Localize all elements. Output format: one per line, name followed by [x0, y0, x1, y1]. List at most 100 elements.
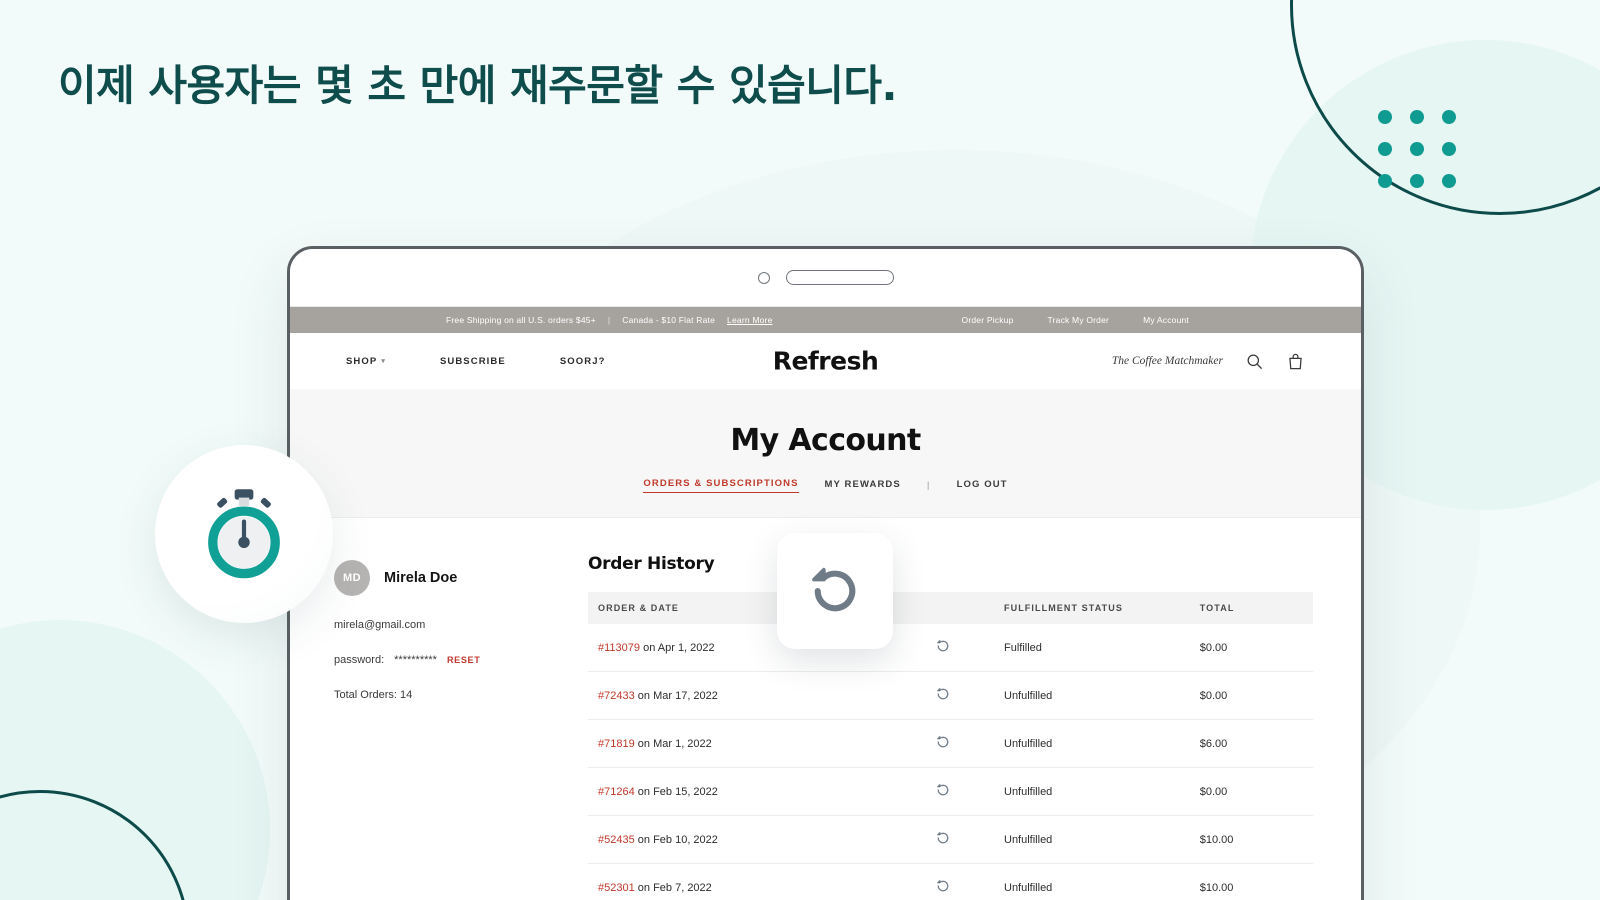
order-history-title: Order History [588, 554, 715, 574]
profile-password-row: password: ********** RESET [334, 654, 570, 666]
cell-fulfillment-status: Unfulfilled [994, 767, 1190, 816]
page-title: My Account [730, 423, 921, 458]
table-row[interactable]: #71819 on Mar 1, 2022 Unfulfilled $6.00 [588, 719, 1313, 768]
announcement-separator: | [607, 315, 611, 325]
table-row[interactable]: #72433 on Mar 17, 2022 Unfulfilled $0.00 [588, 671, 1313, 720]
order-date: Mar 17, 2022 [653, 689, 718, 702]
order-date-connector: on [634, 785, 654, 798]
profile-sidebar: MD Mirela Doe mirela@gmail.com password:… [334, 554, 570, 900]
cell-reorder[interactable] [892, 624, 994, 672]
coffee-matchmaker-link[interactable]: The Coffee Matchmaker [1112, 355, 1223, 367]
account-tabs: ORDERS & SUBSCRIPTIONS MY REWARDS | LOG … [290, 478, 1361, 493]
stopwatch-icon [208, 489, 280, 579]
order-date: Feb 15, 2022 [653, 785, 718, 798]
reorder-circular-arrow-icon[interactable] [935, 638, 951, 654]
reorder-callout-card[interactable] [777, 533, 893, 649]
tab-my-rewards[interactable]: MY REWARDS [825, 479, 901, 493]
tablet-bezel [290, 249, 1361, 307]
announcement-shipping: Free Shipping on all U.S. orders $45+ [446, 315, 596, 325]
order-date-connector: on [634, 833, 654, 846]
shopping-bag-icon[interactable] [1286, 352, 1305, 371]
order-history-body: #113079 on Apr 1, 2022 Fulfilled $0.00 #724… [588, 624, 1313, 900]
reorder-circular-arrow-icon[interactable] [935, 734, 951, 750]
nav-item-shop-label: SHOP [346, 355, 378, 367]
cell-total: $0.00 [1189, 671, 1313, 720]
reorder-circular-arrow-icon[interactable] [935, 686, 951, 702]
stopwatch-badge [155, 445, 333, 623]
cell-order-date: #71264 on Feb 15, 2022 [588, 767, 893, 816]
cell-reorder[interactable] [892, 815, 994, 864]
site-navigation: SHOP ▾ SUBSCRIBE SOORJ? Refresh The Coff… [290, 333, 1361, 389]
reorder-circular-arrow-icon [807, 563, 863, 619]
nav-item-soorj[interactable]: SOORJ? [560, 356, 606, 367]
profile-password-label: password: [334, 654, 385, 666]
order-number-link[interactable]: #71819 [598, 738, 635, 750]
order-number-link[interactable]: #113079 [598, 642, 640, 654]
brand-logo[interactable]: Refresh [773, 347, 879, 376]
order-date: Feb 7, 2022 [653, 881, 712, 894]
order-number-link[interactable]: #71264 [598, 786, 635, 798]
order-number-link[interactable]: #52301 [598, 882, 635, 894]
dot-grid-icon [1378, 110, 1456, 188]
cell-fulfillment-status: Unfulfilled [994, 671, 1190, 720]
order-date-connector: on [634, 737, 654, 750]
order-date-connector: on [640, 641, 658, 654]
cell-order-date: #52301 on Feb 7, 2022 [588, 863, 893, 900]
order-date-connector: on [634, 881, 654, 894]
reorder-circular-arrow-icon[interactable] [935, 782, 951, 798]
camera-dot-icon [757, 271, 770, 284]
order-pickup-link[interactable]: Order Pickup [962, 315, 1014, 325]
announcement-bar: Free Shipping on all U.S. orders $45+ | … [290, 307, 1361, 333]
reset-password-button[interactable]: RESET [447, 655, 481, 665]
cell-fulfillment-status: Fulfilled [994, 624, 1190, 672]
tab-divider: | [926, 480, 931, 491]
profile-total-orders: Total Orders: 14 [334, 689, 413, 701]
order-number-link[interactable]: #52435 [598, 834, 635, 846]
column-header-status: FULFILLMENT STATUS [994, 592, 1190, 624]
cell-reorder[interactable] [892, 719, 994, 768]
column-header-reorder [892, 592, 994, 624]
table-header-row: ORDER & DATE FULFILLMENT STATUS TOTAL [588, 592, 1313, 624]
table-row[interactable]: #113079 on Apr 1, 2022 Fulfilled $0.00 [588, 624, 1313, 672]
order-date-connector: on [634, 689, 654, 702]
order-history-section: Order History ORDER & DATE FULFILLMENT S… [588, 554, 1313, 900]
order-date: Apr 1, 2022 [657, 641, 715, 654]
nav-item-shop[interactable]: SHOP ▾ [346, 356, 386, 367]
cell-reorder[interactable] [892, 767, 994, 816]
cell-fulfillment-status: Unfulfilled [994, 863, 1190, 900]
nav-item-subscribe[interactable]: SUBSCRIBE [440, 356, 506, 367]
announcement-canada: Canada - $10 Flat Rate [622, 315, 716, 325]
cell-total: $10.00 [1189, 863, 1313, 900]
my-account-link[interactable]: My Account [1143, 315, 1189, 325]
order-number-link[interactable]: #72433 [598, 690, 635, 702]
cell-reorder[interactable] [892, 863, 994, 900]
table-row[interactable]: #52301 on Feb 7, 2022 Unfulfilled $10.00 [588, 863, 1313, 900]
order-history-table: ORDER & DATE FULFILLMENT STATUS TOTAL #1… [588, 592, 1313, 900]
track-my-order-link[interactable]: Track My Order [1048, 315, 1110, 325]
cell-total: $0.00 [1189, 624, 1313, 672]
cell-total: $6.00 [1189, 719, 1313, 768]
profile-email: mirela@gmail.com [334, 619, 426, 631]
tab-orders-subscriptions[interactable]: ORDERS & SUBSCRIPTIONS [643, 478, 799, 493]
table-row[interactable]: #52435 on Feb 10, 2022 Unfulfilled $10.00 [588, 815, 1313, 864]
avatar: MD [334, 560, 370, 596]
cell-order-date: #72433 on Mar 17, 2022 [588, 671, 893, 720]
learn-more-link[interactable]: Learn More [727, 315, 772, 325]
order-date: Mar 1, 2022 [653, 737, 712, 750]
cell-fulfillment-status: Unfulfilled [994, 815, 1190, 864]
column-header-total: TOTAL [1189, 592, 1313, 624]
cell-total: $0.00 [1189, 767, 1313, 816]
search-icon[interactable] [1245, 352, 1264, 371]
table-row[interactable]: #71264 on Feb 15, 2022 Unfulfilled $0.00 [588, 767, 1313, 816]
chevron-down-icon: ▾ [381, 358, 386, 365]
reorder-circular-arrow-icon[interactable] [935, 830, 951, 846]
page-headline: 이제 사용자는 몇 초 만에 재주문할 수 있습니다. [58, 61, 897, 110]
cell-reorder[interactable] [892, 671, 994, 720]
tab-log-out[interactable]: LOG OUT [957, 479, 1008, 493]
reorder-circular-arrow-icon[interactable] [935, 878, 951, 894]
order-date: Feb 10, 2022 [653, 833, 718, 846]
cell-order-date: #52435 on Feb 10, 2022 [588, 815, 893, 864]
profile-header: MD Mirela Doe [334, 560, 570, 596]
speaker-grille-icon [785, 270, 894, 285]
cell-total: $10.00 [1189, 815, 1313, 864]
